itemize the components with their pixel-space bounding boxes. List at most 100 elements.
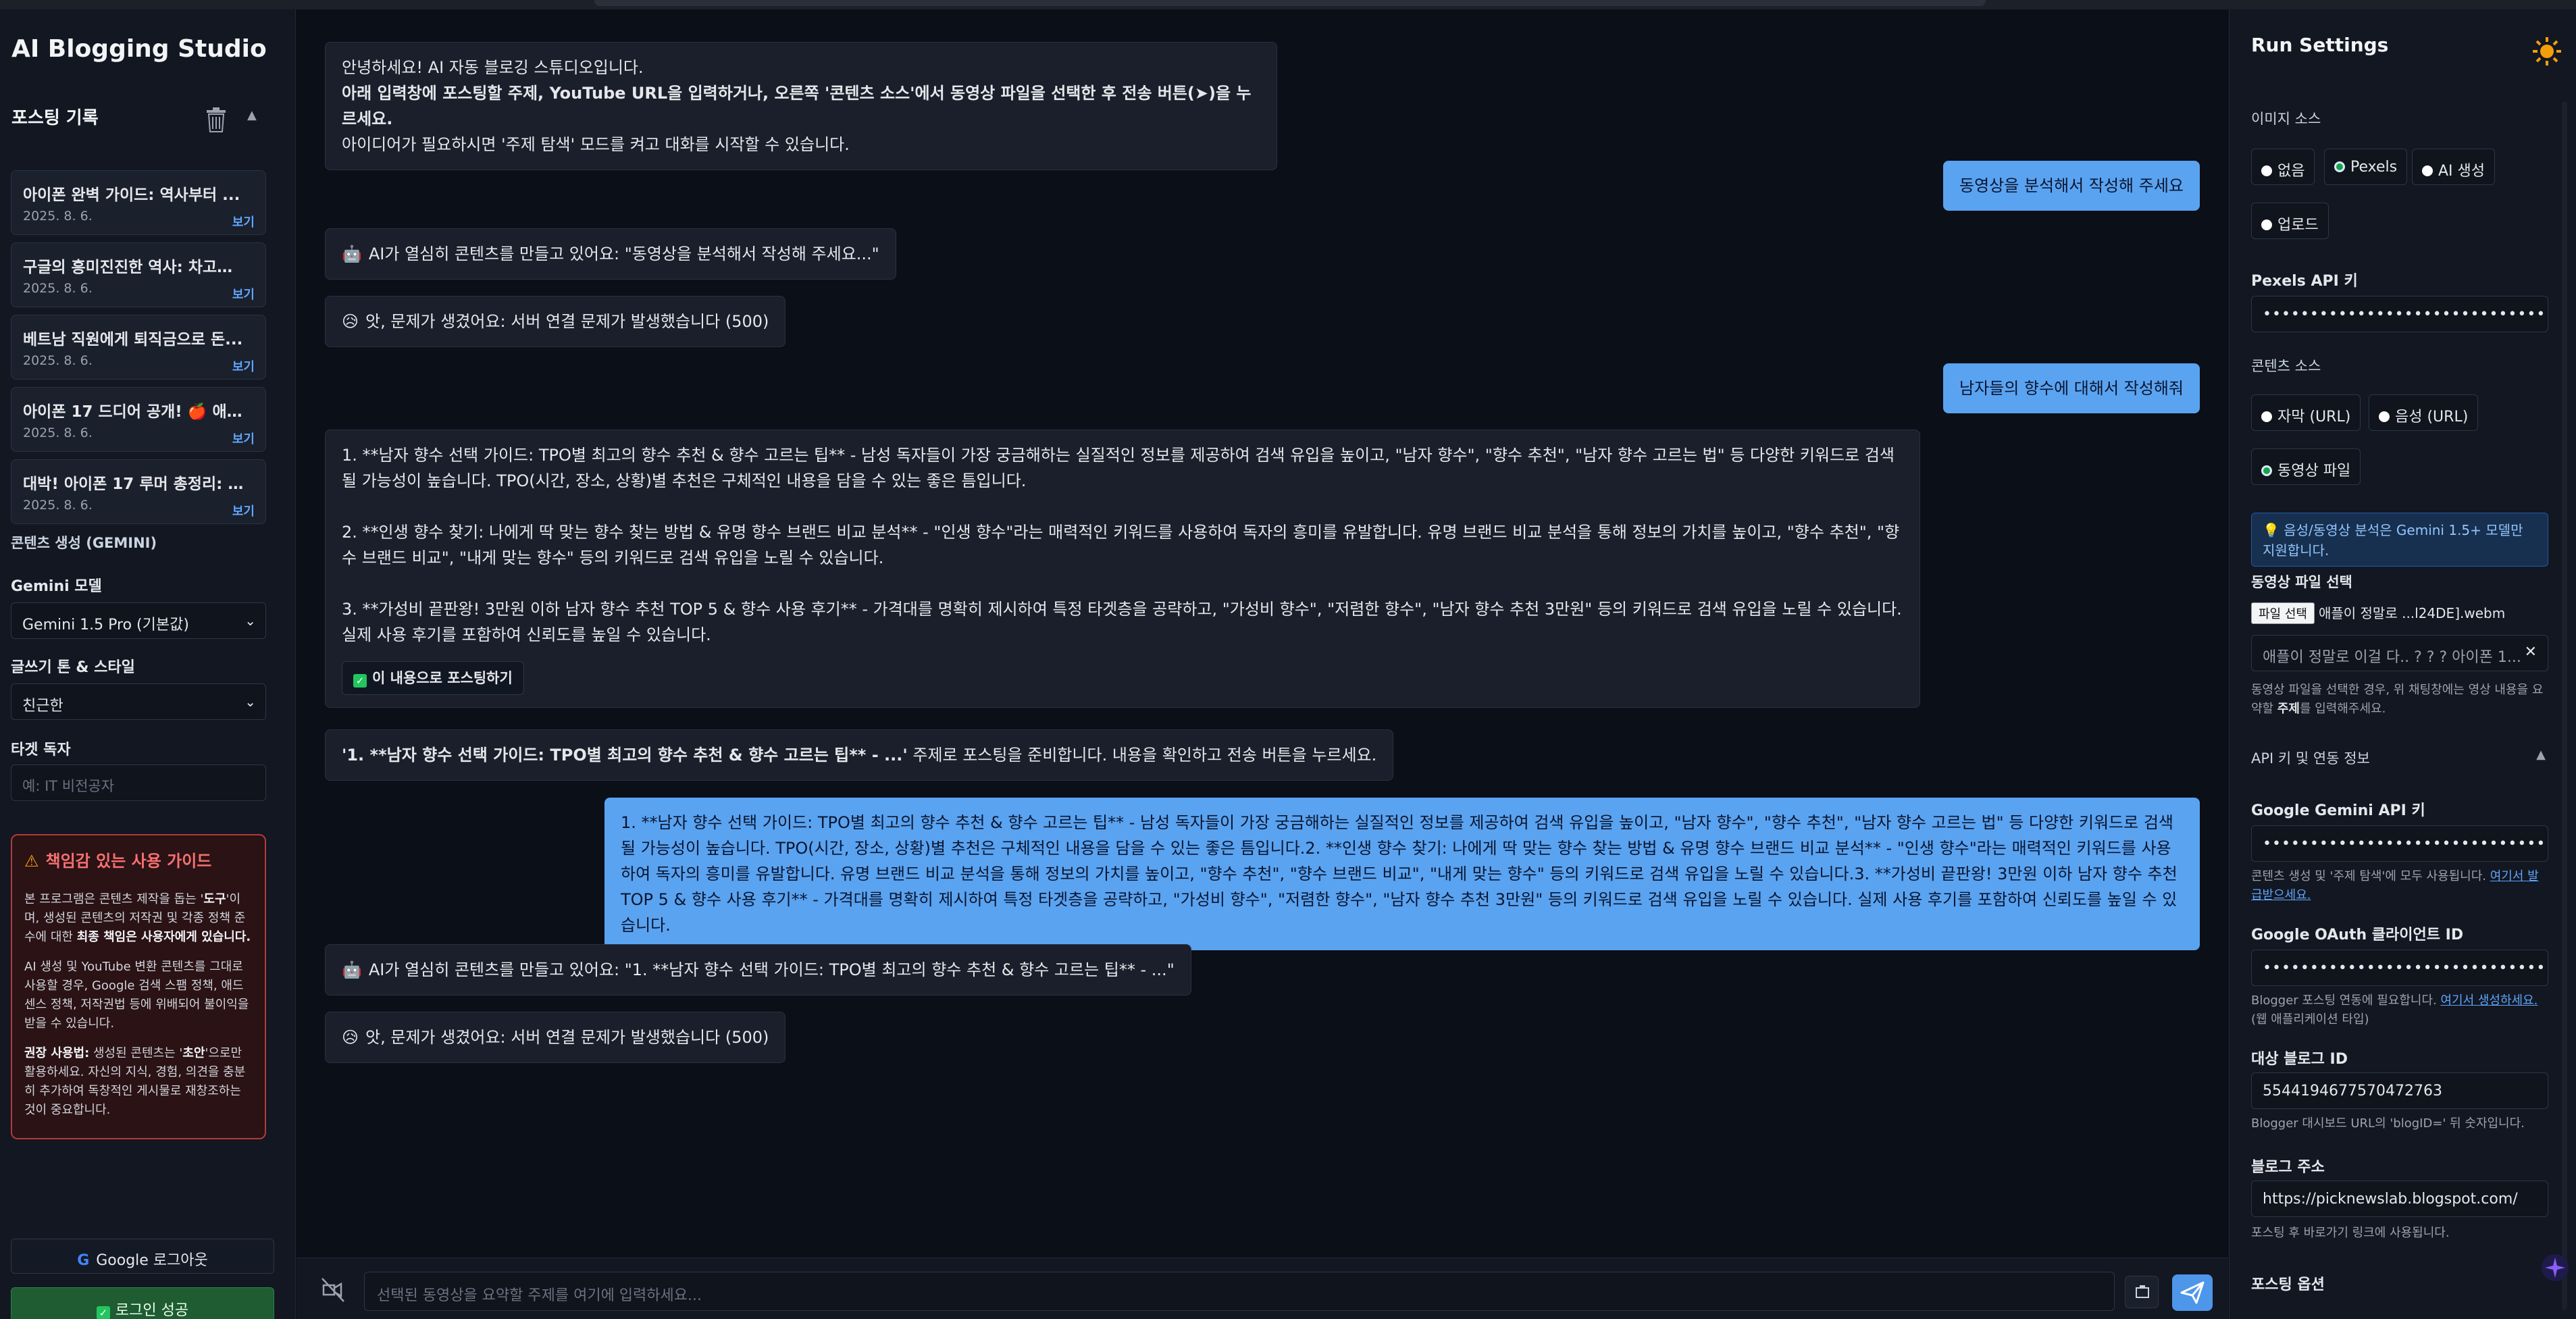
history-item[interactable]: 아이폰 17 드디어 공개! 🍎 애플... 2025. 8. 6. 보기 [11,387,266,452]
api-section-header[interactable]: API 키 및 연동 정보 ▲ [2251,748,2548,768]
pexels-label: Pexels API 키 [2251,273,2358,290]
history-item-title: 구글의 흥미진진한 역사: 차고에... [23,259,246,276]
history-item[interactable]: 베트남 직원에게 퇴직금으로 돈... 2025. 8. 6. 보기 [11,315,266,380]
model-select[interactable]: Gemini 1.5 Pro (기본값) ⌄ [11,602,266,639]
file-select-button[interactable]: 파일 선택 [2251,602,2315,624]
blog-url-label: 블로그 주소 [2251,1159,2325,1176]
model-info-note: 💡 음성/동영상 분석은 Gemini 1.5+ 모델만 지원합니다. [2251,513,2548,567]
left-sidebar: AI Blogging Studio 포스팅 기록 ▲ 아이폰 완벽 가이드: … [0,9,296,1319]
send-button[interactable] [2172,1274,2213,1311]
file-name: 애플이 정말로 ...l24DE].webm [2318,605,2506,621]
trash-icon[interactable] [203,106,230,133]
history-item[interactable]: 아이폰 완벽 가이드: 역사부터 ... 2025. 8. 6. 보기 [11,170,266,235]
history-item[interactable]: 구글의 흥미진진한 역사: 차고에... 2025. 8. 6. 보기 [11,242,266,307]
content-gen-title: 콘텐츠 생성 (GEMINI) [11,535,157,551]
history-item-date: 2025. 8. 6. [23,498,93,513]
history-item-title: 베트남 직원에게 퇴직금으로 돈... [23,331,243,348]
logout-button[interactable]: G Google 로그아웃 [11,1239,274,1274]
posting-options-label: 포스팅 옵션 [2251,1276,2325,1293]
tone-label: 글쓰기 톤 & 스타일 [11,659,135,676]
content-option-audio[interactable]: 음성 (URL) [2369,394,2479,431]
window-top-strip [0,0,2576,9]
image-option-none[interactable]: 없음 [2251,149,2315,185]
robot-icon: 🤖 [342,960,362,979]
oauth-input[interactable]: ••••••••••••••••••••••••••••••••••••••••… [2251,950,2548,986]
history-view-link[interactable]: 보기 [232,430,255,447]
pexels-api-input[interactable]: ••••••••••••••••••••••••••••••••••••••••… [2251,296,2548,332]
blog-url-input[interactable]: https://picknewslab.blogspot.com/ [2251,1181,2548,1217]
run-settings-panel: Run Settings 이미지 소스 없음 Pexels AI 생성 업로드 … [2229,9,2576,1319]
remove-file-icon[interactable]: ✕ [2525,644,2537,661]
history-item-date: 2025. 8. 6. [23,209,93,224]
model-select-value: Gemini 1.5 Pro (기본값) [22,617,189,633]
post-this-button[interactable]: ✓ 이 내용으로 포스팅하기 [342,661,524,695]
history-view-link[interactable]: 보기 [232,213,255,230]
app-title: AI Blogging Studio [11,35,267,63]
gemini-note: 콘텐츠 생성 및 '주제 탐색'에 모두 사용됩니다. 여기서 발급받으세요. [2251,869,2539,902]
guide-paragraph: 본 프로그램은 콘텐츠 제작을 돕는 '도구'이며, 생성된 콘텐츠의 저작권 … [24,892,251,944]
blog-url-note: 포스팅 후 바로가기 링크에 사용됩니다. [2251,1226,2450,1240]
history-view-link[interactable]: 보기 [232,357,255,375]
blog-id-input[interactable]: 5544194677570472763 [2251,1072,2548,1109]
settings-scrollbar[interactable] [2562,101,2567,1310]
blog-id-label: 대상 블로그 ID [2251,1051,2348,1068]
tone-select-value: 친근한 [22,698,63,715]
sad-face-icon: 😥 [342,312,359,331]
guide-paragraph: AI 생성 및 YouTube 변환 콘텐츠를 그대로 사용할 경우, Goog… [24,960,249,1031]
gemini-key-label: Google Gemini API 키 [2251,802,2425,819]
login-status: ✓ 로그인 성공 [11,1287,274,1319]
video-note: 동영상 파일을 선택한 경우, 위 채팅창에는 영상 내용을 요약할 주제를 입… [2251,683,2544,716]
chat-area: 안녕하세요! AI 자동 블로깅 스튜디오입니다. 아래 입력창에 포스팅할 주… [297,9,2228,1319]
history-item-title: 아이폰 완벽 가이드: 역사부터 ... [23,186,240,204]
user-message: 남자들의 향수에 대해서 작성해줘 [1942,363,2200,413]
guide-paragraph: 권장 사용법: 생성된 콘텐츠는 '초안'으로만 활용하세요. 자신의 지식, … [24,1046,246,1117]
history-item-date: 2025. 8. 6. [23,281,93,296]
topic-explore-toggle-icon[interactable] [317,1273,349,1305]
ai-status-message: 🤖 AI가 열심히 콘텐츠를 만들고 있어요: "동영상을 분석해서 작성해 주세… [325,228,896,280]
history-view-link[interactable]: 보기 [232,285,255,303]
collapse-history-icon[interactable]: ▲ [247,108,257,122]
content-option-video[interactable]: 동영상 파일 [2251,448,2361,485]
image-option-upload[interactable]: 업로드 [2251,203,2329,239]
content-source-label: 콘텐츠 소스 [2251,358,2321,374]
ai-status-message: 🤖 AI가 열심히 콘텐츠를 만들고 있어요: "1. **남자 향수 선택 가이… [325,944,1191,995]
history-view-link[interactable]: 보기 [232,502,255,519]
ai-welcome-message: 안녕하세요! AI 자동 블로깅 스튜디오입니다. 아래 입력창에 포스팅할 주… [325,42,1277,170]
usage-guide: ⚠ 책임감 있는 사용 가이드 본 프로그램은 콘텐츠 제작을 돕는 '도구'이며… [11,834,266,1139]
chat-input[interactable]: 선택된 동영상을 요약할 주제를 여기에 입력하세요... [364,1272,2115,1311]
history-item-title: 아이폰 17 드디어 공개! 🍎 애플... [23,403,246,421]
file-input[interactable]: 파일 선택 애플이 정말로 ...l24DE].webm [2251,602,2505,627]
gemini-key-input[interactable]: ••••••••••••••••••••••••••••••••••••••••… [2251,825,2548,862]
image-option-ai[interactable]: AI 생성 [2412,149,2496,185]
ai-topics-message: 1. **남자 향수 선택 가이드: TPO별 최고의 향수 추천 & 향수 고… [325,430,1920,708]
ai-prep-message: '1. **남자 향수 선택 가이드: TPO별 최고의 향수 추천 & 향수 … [325,729,1394,781]
content-option-subtitle[interactable]: 자막 (URL) [2251,394,2361,431]
warning-icon: ⚠ [24,852,39,871]
video-file-label: 동영상 파일 선택 [2251,574,2352,590]
history-item[interactable]: 대박! 아이폰 17 루머 총정리: 애... 2025. 8. 6. 보기 [11,459,266,524]
target-input[interactable]: 예: IT 비전공자 [11,765,266,801]
attach-file-button[interactable] [2125,1276,2159,1308]
robot-icon: 🤖 [342,244,362,263]
history-item-title: 대박! 아이폰 17 루머 총정리: 애... [23,475,246,493]
image-source-label: 이미지 소스 [2251,111,2321,127]
history-title: 포스팅 기록 [11,108,99,128]
sparkle-icon[interactable] [2541,1253,2569,1282]
history-item-date: 2025. 8. 6. [23,425,93,440]
chevron-down-icon: ⌄ [244,613,256,629]
oauth-link[interactable]: 여기서 생성하세요. [2440,993,2538,1008]
ai-error-message: 😥 앗, 문제가 생겼어요: 서버 연결 문제가 발생했습니다 (500) [325,296,786,347]
chevron-down-icon: ⌄ [244,694,256,710]
history-list: 아이폰 완벽 가이드: 역사부터 ... 2025. 8. 6. 보기 구글의 … [11,170,266,532]
image-option-pexels[interactable]: Pexels [2324,149,2408,185]
sun-settings-icon[interactable] [2531,35,2563,68]
check-icon: ✓ [96,1306,110,1319]
history-item-date: 2025. 8. 6. [23,353,93,368]
settings-title: Run Settings [2251,34,2389,56]
user-message: 1. **남자 향수 선택 가이드: TPO별 최고의 향수 추천 & 향수 고… [604,798,2200,950]
chat-composer: 선택된 동영상을 요약할 주제를 여기에 입력하세요... [297,1258,2228,1319]
sad-face-icon: 😥 [342,1028,359,1047]
model-label: Gemini 모델 [11,578,102,595]
google-icon: G [77,1252,90,1269]
tone-select[interactable]: 친근한 ⌄ [11,683,266,720]
